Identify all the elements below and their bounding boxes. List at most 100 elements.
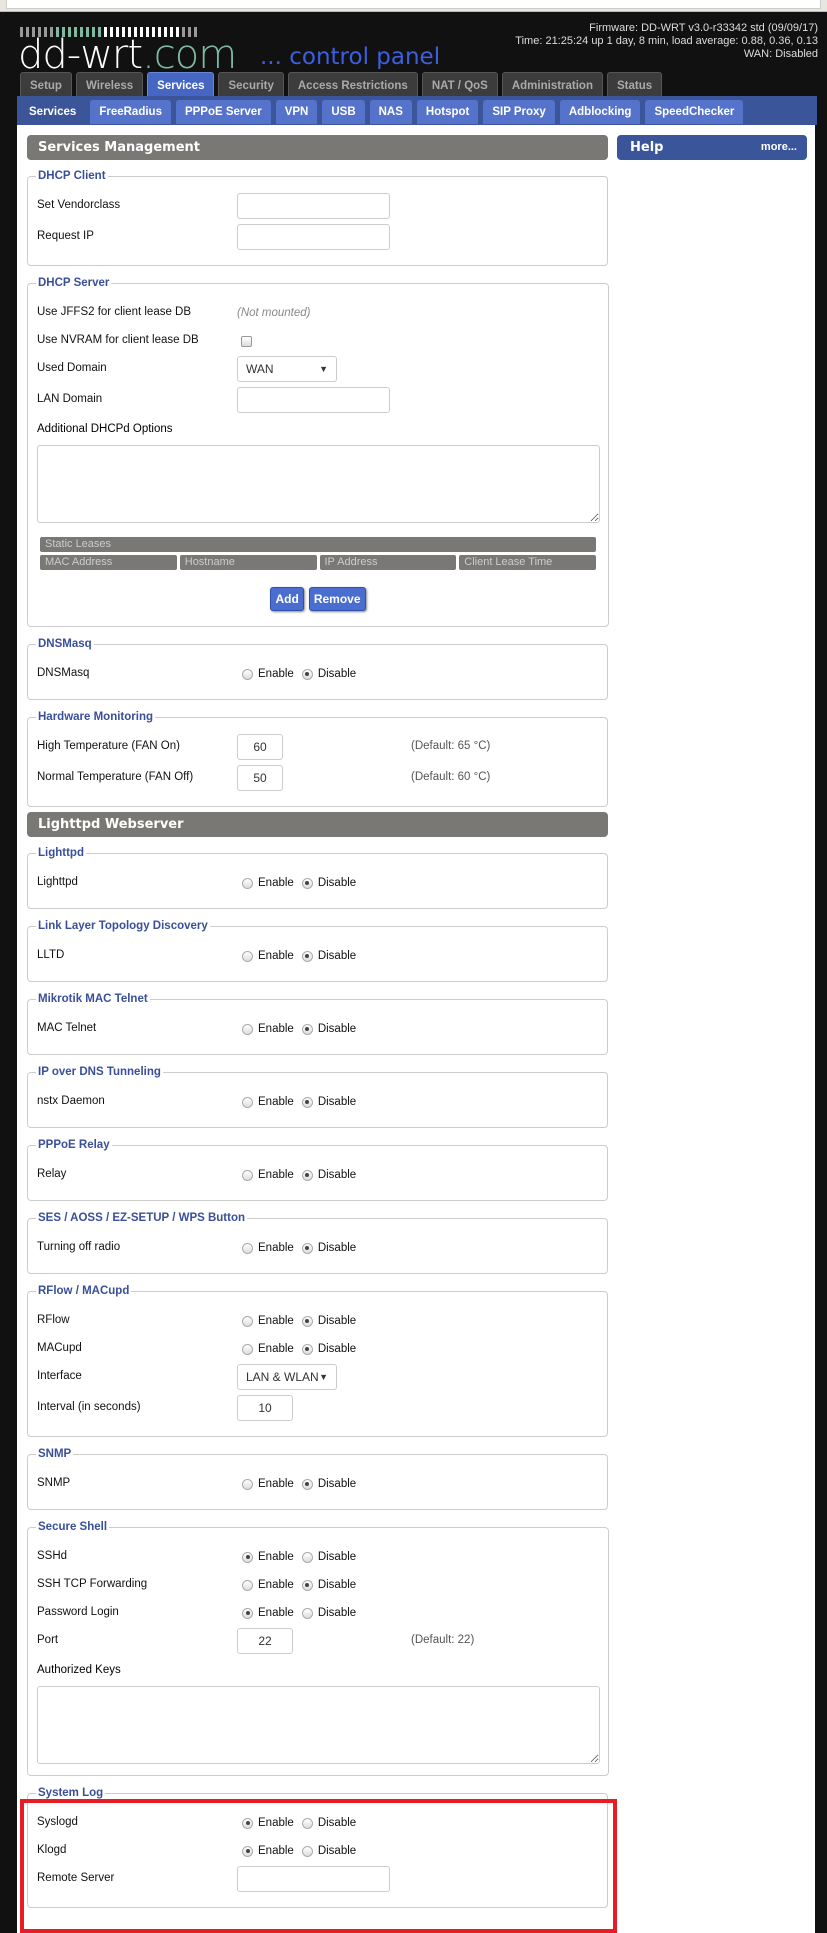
radio-label-disable: Disable xyxy=(317,1242,357,1254)
wan-status: WAN: Disabled xyxy=(743,48,818,60)
tab-wireless[interactable]: Wireless xyxy=(75,72,144,96)
form-row: Lighttpd Enable Disable xyxy=(36,869,599,897)
field-control: WAN ▼ xyxy=(237,356,337,382)
textarea-input[interactable] xyxy=(37,1686,600,1764)
select-dropdown[interactable]: WAN ▼ xyxy=(237,356,337,382)
form-row: SSHd Enable Disable xyxy=(36,1543,600,1571)
subtab-usb[interactable]: USB xyxy=(322,100,365,124)
fieldset-legend: Secure Shell xyxy=(38,1521,108,1533)
radio-enable[interactable] xyxy=(242,1169,253,1181)
radio-label-enable: Enable xyxy=(258,950,294,962)
subtab-vpn[interactable]: VPN xyxy=(275,100,318,124)
tab-access-restrictions[interactable]: Access Restrictions xyxy=(287,72,418,96)
form-row: Port (Default: 22) xyxy=(36,1627,600,1658)
field-label: Authorized Keys xyxy=(37,1664,121,1676)
radio-enable[interactable] xyxy=(242,1242,253,1254)
number-input[interactable] xyxy=(237,1628,293,1654)
radio-enable[interactable] xyxy=(242,1845,253,1857)
form-row: Set Vendorclass xyxy=(36,192,599,223)
radio-enable[interactable] xyxy=(242,1023,253,1035)
radio-enable[interactable] xyxy=(242,1478,253,1490)
radio-enable[interactable] xyxy=(242,1817,253,1829)
text-input[interactable] xyxy=(237,224,390,250)
text-input[interactable] xyxy=(237,1866,390,1892)
field-control: LAN & WLAN ▼ xyxy=(237,1364,337,1390)
subtab-pppoe-server[interactable]: PPPoE Server xyxy=(175,100,271,124)
form-row: Klogd Enable Disable xyxy=(36,1837,599,1865)
form-row: MAC Telnet Enable Disable xyxy=(36,1015,599,1043)
radio-disable[interactable] xyxy=(301,668,313,680)
tab-services[interactable]: Services xyxy=(147,72,215,96)
number-input[interactable] xyxy=(237,734,283,760)
tab-security[interactable]: Security xyxy=(218,72,284,96)
radio-disable[interactable] xyxy=(301,1343,313,1355)
field-control: Enable Disable xyxy=(237,1017,359,1041)
fieldset-hardware-monitoring: Hardware Monitoring High Temperature (FAN… xyxy=(27,711,608,807)
tab-administration[interactable]: Administration xyxy=(501,72,603,96)
radio-disable[interactable] xyxy=(301,1579,313,1591)
radio-disable[interactable] xyxy=(301,1817,313,1829)
help-more-link[interactable]: more... xyxy=(761,141,797,153)
radio-enable[interactable] xyxy=(242,668,253,680)
tab-setup[interactable]: Setup xyxy=(20,72,72,96)
remove-button[interactable]: Remove xyxy=(308,587,366,611)
fieldset-legend: Hardware Monitoring xyxy=(38,711,154,723)
subtab-sip-proxy[interactable]: SIP Proxy xyxy=(483,100,555,124)
textarea-input[interactable] xyxy=(37,445,600,523)
radio-enable[interactable] xyxy=(242,950,253,962)
radio-disable[interactable] xyxy=(301,1023,313,1035)
subtab-hotspot[interactable]: Hotspot xyxy=(416,100,479,124)
radio-disable[interactable] xyxy=(301,1551,313,1563)
form-row: Interface LAN & WLAN ▼ xyxy=(36,1363,599,1394)
radio-disable[interactable] xyxy=(301,1096,313,1108)
radio-disable[interactable] xyxy=(301,1169,313,1181)
radio-enable[interactable] xyxy=(242,1551,253,1563)
section-header: Services Management xyxy=(27,135,608,160)
radio-label-enable: Enable xyxy=(258,1242,294,1254)
field-label: Set Vendorclass xyxy=(37,199,121,211)
subtab-speedchecker[interactable]: SpeedChecker xyxy=(645,100,744,124)
text-input[interactable] xyxy=(237,193,390,219)
radio-enable[interactable] xyxy=(242,1315,253,1327)
field-control: Enable Disable xyxy=(237,1236,359,1260)
text-input[interactable] xyxy=(237,387,390,413)
address-bar[interactable] xyxy=(6,0,821,9)
radio-disable[interactable] xyxy=(301,950,313,962)
default-hint: (Default: 60 °C) xyxy=(411,771,491,783)
field-label: LAN Domain xyxy=(37,393,103,405)
number-input[interactable] xyxy=(237,765,283,791)
radio-enable[interactable] xyxy=(242,1096,253,1108)
select-value: WAN xyxy=(246,362,274,376)
radio-enable[interactable] xyxy=(242,1607,253,1619)
number-input[interactable] xyxy=(237,1395,293,1421)
tab-status[interactable]: Status xyxy=(606,72,663,96)
checkbox[interactable] xyxy=(241,335,252,347)
form-row: MACupd Enable Disable xyxy=(36,1335,599,1363)
radio-disable[interactable] xyxy=(301,1478,313,1490)
tab-nat-qos[interactable]: NAT / QoS xyxy=(421,72,498,96)
radio-disable[interactable] xyxy=(301,1315,313,1327)
subtab-nas[interactable]: NAS xyxy=(369,100,412,124)
fieldset-legend: DNSMasq xyxy=(38,638,92,650)
add-button[interactable]: Add xyxy=(270,587,304,611)
radio-label-disable: Disable xyxy=(317,1845,357,1857)
radio-enable[interactable] xyxy=(242,877,253,889)
field-label: RFlow xyxy=(37,1314,70,1326)
fieldset-dhcp-server: DHCP Server Use JFFS2 for client lease DB… xyxy=(27,277,609,627)
field-label: Klogd xyxy=(37,1844,67,1856)
subtab-freeradius[interactable]: FreeRadius xyxy=(90,100,171,124)
radio-disable[interactable] xyxy=(301,1242,313,1254)
radio-disable[interactable] xyxy=(301,1845,313,1857)
subtab-adblocking[interactable]: Adblocking xyxy=(559,100,641,124)
subtab-services[interactable]: Services xyxy=(20,100,86,124)
radio-disable[interactable] xyxy=(301,877,313,889)
radio-enable[interactable] xyxy=(242,1579,253,1591)
radio-label-disable: Disable xyxy=(317,1551,357,1563)
radio-enable[interactable] xyxy=(242,1343,253,1355)
lease-buttons: Add Remove xyxy=(40,587,596,611)
radio-disable[interactable] xyxy=(301,1607,313,1619)
select-dropdown[interactable]: LAN & WLAN ▼ xyxy=(237,1364,337,1390)
uptime: Time: 21:25:24 up 1 day, 8 min, load ave… xyxy=(515,35,818,47)
field-control: Enable Disable xyxy=(237,1163,359,1187)
fieldset-legend: RFlow / MACupd xyxy=(38,1285,130,1297)
